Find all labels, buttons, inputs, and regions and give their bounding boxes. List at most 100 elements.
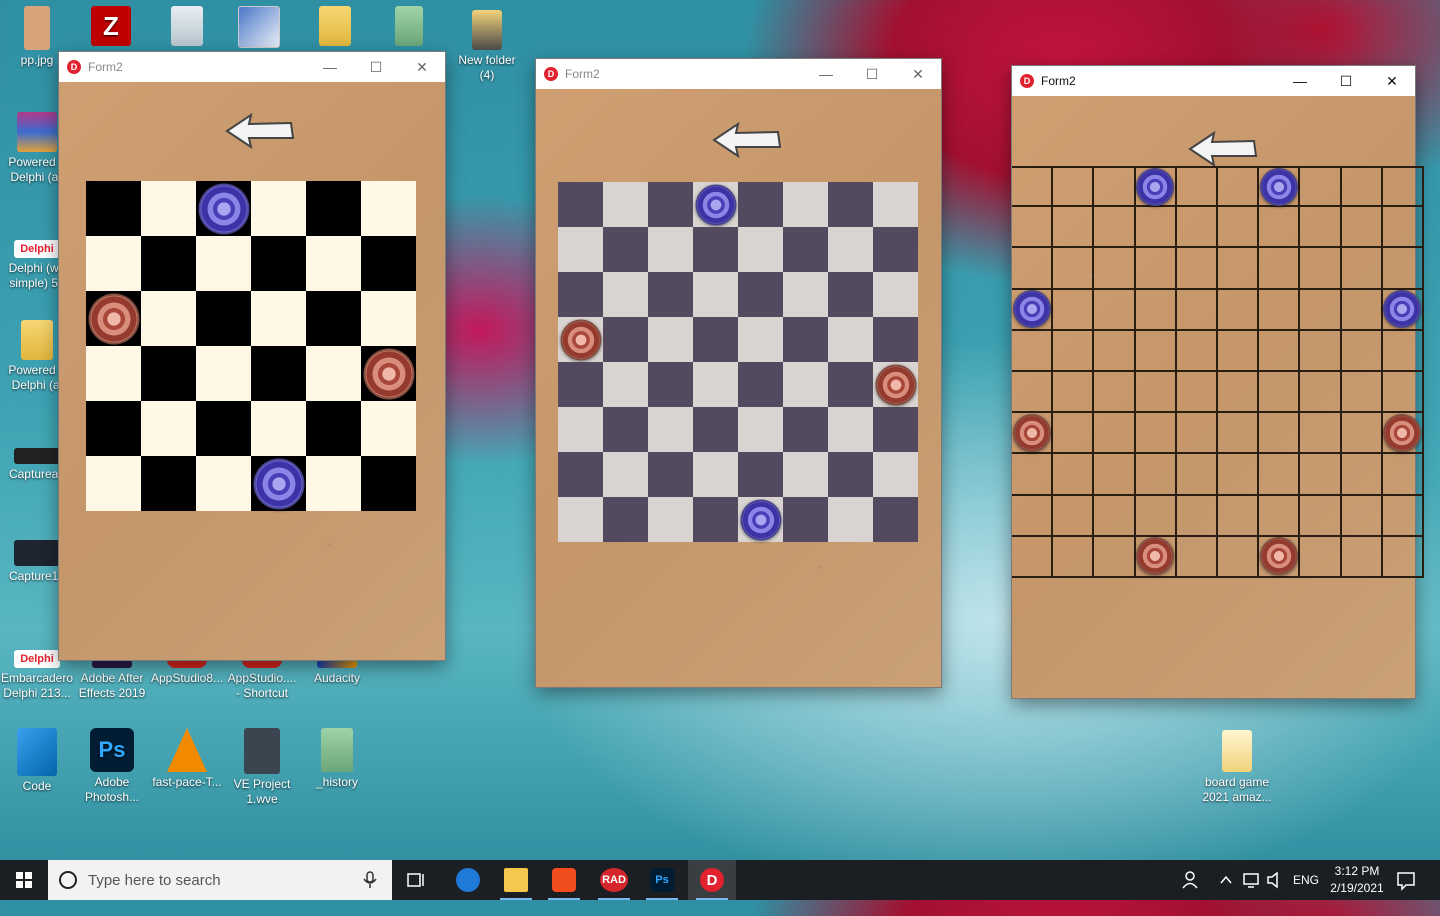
board-square[interactable] bbox=[873, 182, 918, 227]
board-square[interactable] bbox=[1176, 207, 1218, 249]
board-square[interactable] bbox=[196, 236, 251, 291]
red-game-piece[interactable] bbox=[88, 293, 139, 344]
board-square[interactable] bbox=[873, 362, 918, 407]
board-square[interactable] bbox=[1012, 413, 1054, 455]
board-square[interactable] bbox=[1012, 289, 1054, 331]
board-square[interactable] bbox=[828, 182, 873, 227]
red-game-piece[interactable] bbox=[875, 364, 916, 405]
board-square[interactable] bbox=[1300, 413, 1342, 455]
back-arrow-icon[interactable] bbox=[223, 112, 295, 150]
board-square[interactable] bbox=[1135, 454, 1177, 496]
board-square[interactable] bbox=[86, 236, 141, 291]
board-square[interactable] bbox=[603, 407, 648, 452]
board-square[interactable] bbox=[1053, 289, 1095, 331]
desktop-icon-photoshop[interactable]: Ps Adobe Photosh... bbox=[75, 728, 149, 805]
board-square[interactable] bbox=[1341, 454, 1383, 496]
board-square[interactable] bbox=[693, 182, 738, 227]
board-square[interactable] bbox=[1382, 330, 1424, 372]
board-square[interactable] bbox=[1053, 248, 1095, 290]
board-square[interactable] bbox=[1382, 207, 1424, 249]
board-square[interactable] bbox=[1218, 166, 1260, 208]
board-square[interactable] bbox=[1341, 166, 1383, 208]
board-square[interactable] bbox=[1012, 495, 1054, 537]
board-square[interactable] bbox=[648, 272, 693, 317]
board-square[interactable] bbox=[1382, 536, 1424, 578]
desktop-icon-audacity[interactable]: Audacity bbox=[300, 660, 374, 686]
board-square[interactable] bbox=[693, 362, 738, 407]
board-square[interactable] bbox=[1176, 330, 1218, 372]
board-square[interactable] bbox=[251, 236, 306, 291]
board-square[interactable] bbox=[738, 227, 783, 272]
title-bar[interactable]: D Form2 — ☐ ✕ bbox=[1012, 66, 1415, 96]
board-square[interactable] bbox=[1053, 536, 1095, 578]
board-square[interactable] bbox=[603, 182, 648, 227]
board-square[interactable] bbox=[1300, 330, 1342, 372]
blue-game-piece[interactable] bbox=[1012, 290, 1051, 329]
board-square[interactable] bbox=[1341, 413, 1383, 455]
board-square[interactable] bbox=[603, 227, 648, 272]
desktop-icon-appstudio-shortcut[interactable]: AppStudio.... - Shortcut bbox=[225, 660, 299, 701]
board-square[interactable] bbox=[738, 272, 783, 317]
board-square[interactable] bbox=[1053, 454, 1095, 496]
board-square[interactable] bbox=[558, 452, 603, 497]
blue-game-piece[interactable] bbox=[1383, 290, 1422, 329]
board-square[interactable] bbox=[1341, 495, 1383, 537]
board-square[interactable] bbox=[1012, 454, 1054, 496]
board-square[interactable] bbox=[783, 407, 828, 452]
clock[interactable]: 3:12 PM 2/19/2021 bbox=[1324, 863, 1390, 897]
form2-window-1[interactable]: D Form2 — ☐ ✕ bbox=[59, 52, 445, 660]
board-square[interactable] bbox=[196, 401, 251, 456]
taskbar-brave[interactable] bbox=[540, 860, 588, 900]
board-square[interactable] bbox=[1176, 495, 1218, 537]
board-square[interactable] bbox=[86, 181, 141, 236]
maximize-button[interactable]: ☐ bbox=[1323, 66, 1369, 96]
board-square[interactable] bbox=[558, 317, 603, 362]
board-square[interactable] bbox=[648, 452, 693, 497]
board-square[interactable] bbox=[648, 227, 693, 272]
board-square[interactable] bbox=[1341, 207, 1383, 249]
back-arrow-icon[interactable] bbox=[1186, 130, 1258, 168]
board-square[interactable] bbox=[558, 407, 603, 452]
blue-game-piece[interactable] bbox=[695, 184, 736, 225]
board-square[interactable] bbox=[251, 181, 306, 236]
maximize-button[interactable]: ☐ bbox=[849, 59, 895, 89]
board-square[interactable] bbox=[86, 401, 141, 456]
form2-window-2[interactable]: D Form2 — ☐ ✕ bbox=[536, 59, 941, 687]
board-square[interactable] bbox=[1218, 207, 1260, 249]
board-square[interactable] bbox=[1094, 454, 1136, 496]
board-square[interactable] bbox=[1176, 413, 1218, 455]
red-game-piece[interactable] bbox=[1383, 413, 1422, 452]
board-square[interactable] bbox=[738, 452, 783, 497]
board-square[interactable] bbox=[783, 272, 828, 317]
board-square[interactable] bbox=[361, 346, 416, 401]
board-square[interactable] bbox=[196, 346, 251, 401]
board-square[interactable] bbox=[1300, 454, 1342, 496]
board-square[interactable] bbox=[783, 452, 828, 497]
blue-game-piece[interactable] bbox=[198, 183, 249, 234]
board-square[interactable] bbox=[1053, 413, 1095, 455]
board-square[interactable] bbox=[1094, 372, 1136, 414]
red-game-piece[interactable] bbox=[363, 348, 414, 399]
board-square[interactable] bbox=[603, 272, 648, 317]
blue-game-piece[interactable] bbox=[1136, 167, 1175, 206]
board-square[interactable] bbox=[783, 182, 828, 227]
task-view-button[interactable] bbox=[392, 860, 440, 900]
board-square[interactable] bbox=[306, 401, 361, 456]
board-square[interactable] bbox=[1382, 289, 1424, 331]
board-square[interactable] bbox=[693, 497, 738, 542]
board-square[interactable] bbox=[648, 362, 693, 407]
board-square[interactable] bbox=[1053, 207, 1095, 249]
board-square[interactable] bbox=[251, 291, 306, 346]
title-bar[interactable]: D Form2 — ☐ ✕ bbox=[536, 59, 941, 89]
minimize-button[interactable]: — bbox=[803, 59, 849, 89]
board-square[interactable] bbox=[1094, 536, 1136, 578]
desktop-icon-board-game[interactable]: board game 2021 amaz... bbox=[1200, 730, 1274, 805]
board-square[interactable] bbox=[873, 452, 918, 497]
blue-game-piece[interactable] bbox=[253, 458, 304, 509]
board-square[interactable] bbox=[1135, 330, 1177, 372]
board-square[interactable] bbox=[141, 456, 196, 511]
board-square[interactable] bbox=[1012, 207, 1054, 249]
board-square[interactable] bbox=[1218, 289, 1260, 331]
board-square[interactable] bbox=[783, 362, 828, 407]
action-center-button[interactable] bbox=[1396, 860, 1420, 900]
